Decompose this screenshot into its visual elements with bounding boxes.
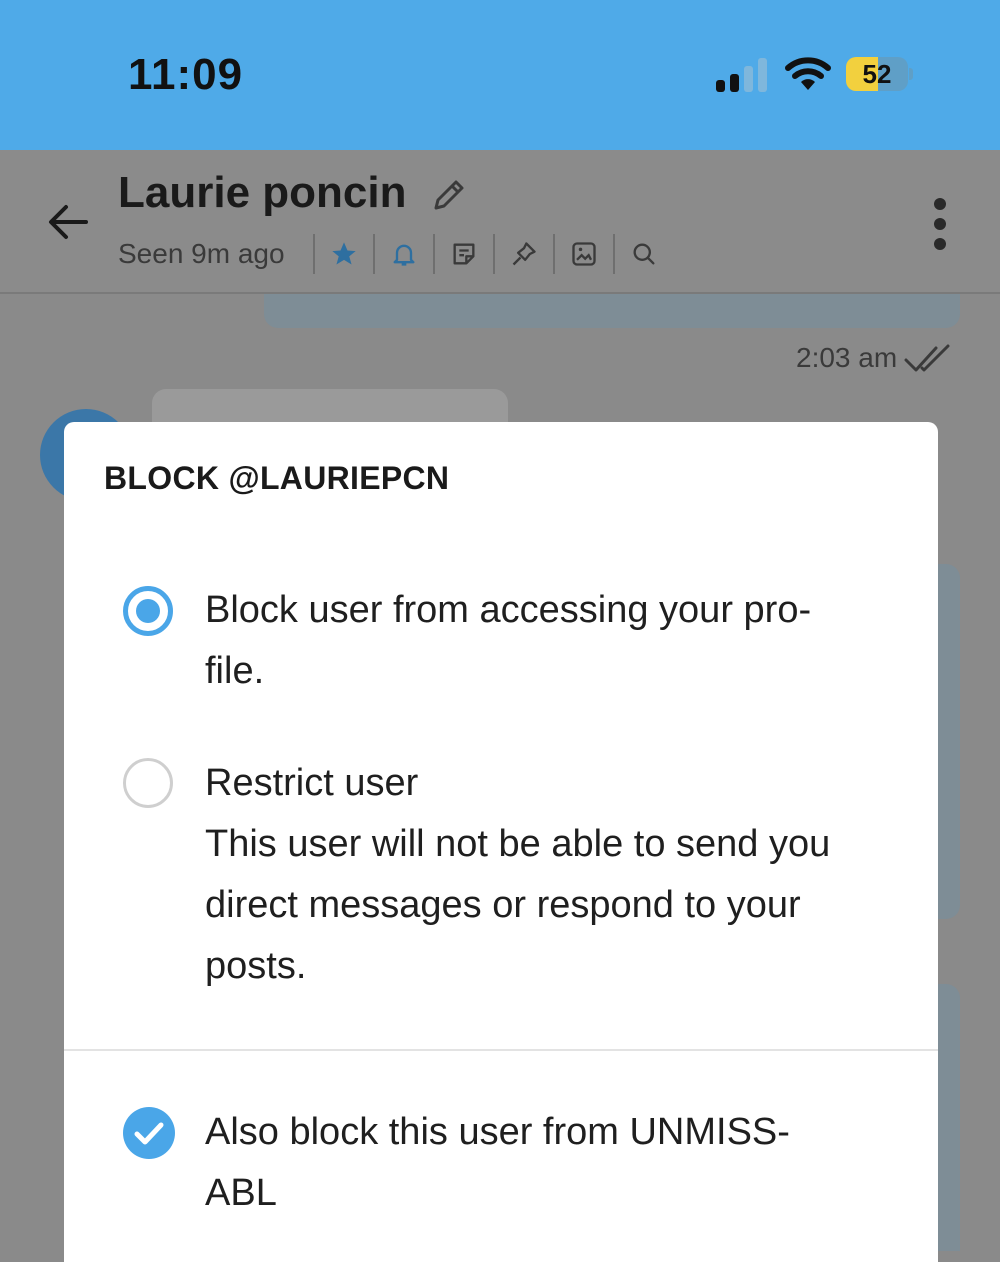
message-timestamp: 2:03 am	[796, 342, 898, 373]
pencil-icon[interactable]	[428, 176, 468, 216]
option-label: Block user from accessing your pro- file…	[205, 580, 885, 702]
dialog-title: BLOCK @LAURIEPCN	[104, 460, 450, 496]
wifi-icon	[785, 57, 831, 90]
image-icon[interactable]	[569, 239, 599, 269]
divider	[64, 1049, 938, 1051]
option-description: This user will not be able to send you	[205, 823, 831, 865]
checkbox-checked-icon[interactable]	[123, 1107, 175, 1159]
divider	[312, 234, 315, 274]
status-time: 11:09	[128, 50, 244, 99]
chat-header: Laurie poncin Seen 9m ago	[0, 150, 1000, 294]
option-label-line: Block user from accessing your pro-	[205, 589, 812, 631]
more-vertical-icon[interactable]	[928, 198, 952, 250]
divider	[612, 234, 615, 274]
last-seen: Seen 9m ago	[118, 238, 285, 269]
radio-unselected-icon[interactable]	[123, 758, 173, 808]
header-toolbar: Seen 9m ago	[118, 234, 659, 274]
status-bar: 11:09 52	[0, 0, 1000, 150]
arrow-left-icon[interactable]	[44, 198, 92, 246]
divider	[492, 234, 495, 274]
checkbox-label-line: Also block this user from UNMISS-	[205, 1111, 790, 1153]
radio-selected-icon[interactable]	[123, 586, 173, 636]
checkbox-label-line: ABL	[205, 1172, 277, 1214]
chat-title[interactable]: Laurie poncin	[118, 168, 406, 218]
option-label-line: Restrict user	[205, 762, 419, 804]
pin-icon[interactable]	[509, 239, 539, 269]
star-icon[interactable]	[329, 239, 359, 269]
option-description: direct messages or respond to your	[205, 884, 801, 926]
battery-percent: 52	[862, 59, 892, 89]
checkbox-label: Also block this user from UNMISS- ABL	[205, 1102, 885, 1224]
double-check-icon	[904, 344, 950, 372]
divider	[552, 234, 555, 274]
cellular-signal-icon	[716, 58, 768, 92]
block-user-dialog: BLOCK @LAURIEPCN Block user from accessi…	[64, 422, 938, 1262]
option-label: Restrict user This user will not be able…	[205, 753, 885, 997]
search-icon[interactable]	[629, 239, 659, 269]
bell-icon[interactable]	[389, 239, 419, 269]
message-bubble	[264, 294, 960, 328]
battery-icon: 52	[846, 57, 913, 93]
option-description: posts.	[205, 945, 307, 987]
option-label-line: file.	[205, 650, 265, 692]
divider	[372, 234, 375, 274]
divider	[432, 234, 435, 274]
note-icon[interactable]	[449, 239, 479, 269]
